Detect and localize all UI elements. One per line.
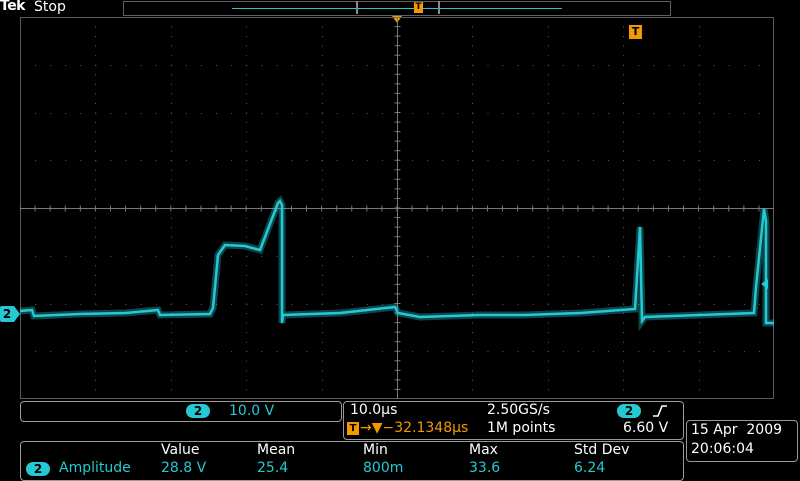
measurement-header-mean: Mean: [257, 442, 296, 458]
channel-scale-readout[interactable]: 2 10.0 V: [20, 401, 342, 422]
channel-2-badge: 2: [186, 404, 210, 418]
record-view-window[interactable]: [356, 1, 440, 14]
trigger-offset: →▼−32.1348µs: [360, 420, 469, 436]
measurement-min: 800m: [363, 460, 404, 476]
date: 15 Apr 2009: [691, 422, 783, 438]
trigger-channel-badge: 2: [617, 404, 641, 418]
acquisition-readout[interactable]: 10.0µs 2.50GS/s T →▼−32.1348µs 1M points…: [343, 401, 684, 440]
channel-2-marker-label: 2: [0, 306, 14, 322]
date-time-readout: 15 Apr 2009 20:06:04: [686, 420, 798, 462]
run-stop-status[interactable]: Stop: [34, 0, 66, 15]
measurement-header-min: Min: [363, 442, 388, 458]
measurement-header-max: Max: [469, 442, 498, 458]
trigger-offset-icon: T: [347, 422, 359, 435]
measurement-name: Amplitude: [59, 460, 131, 476]
rising-edge-icon: [653, 405, 667, 417]
measurement-header-value: Value: [161, 442, 200, 458]
record-length: 1M points: [487, 420, 556, 436]
record-trigger-icon: T: [414, 2, 423, 13]
measurement-max: 33.6: [469, 460, 501, 476]
sample-rate: 2.50GS/s: [487, 402, 550, 418]
time: 20:06:04: [691, 441, 754, 457]
measurement-mean: 25.4: [257, 460, 289, 476]
record-overview-bar[interactable]: T: [123, 1, 671, 16]
measurement-panel[interactable]: Value Mean Min Max Std Dev 2 Amplitude 2…: [20, 441, 684, 481]
volts-per-div: 10.0 V: [229, 403, 275, 419]
time-per-div: 10.0µs: [350, 402, 398, 418]
trigger-level: 6.60 V: [623, 420, 669, 436]
measurement-std-dev: 6.24: [574, 460, 606, 476]
measurement-header-std-dev: Std Dev: [574, 442, 630, 458]
channel-2-marker[interactable]: 2: [0, 306, 20, 322]
measurement-channel-badge: 2: [26, 462, 50, 476]
graticule-grid: [20, 17, 774, 399]
trigger-level-arrow-icon[interactable]: [761, 279, 768, 289]
top-status-bar: Tek Stop T: [0, 0, 800, 16]
measurement-value: 28.8 V: [161, 460, 207, 476]
waveform-graticule[interactable]: [20, 17, 774, 399]
channel-2-marker-tip: [14, 306, 20, 322]
brand-logo: Tek: [0, 0, 26, 14]
